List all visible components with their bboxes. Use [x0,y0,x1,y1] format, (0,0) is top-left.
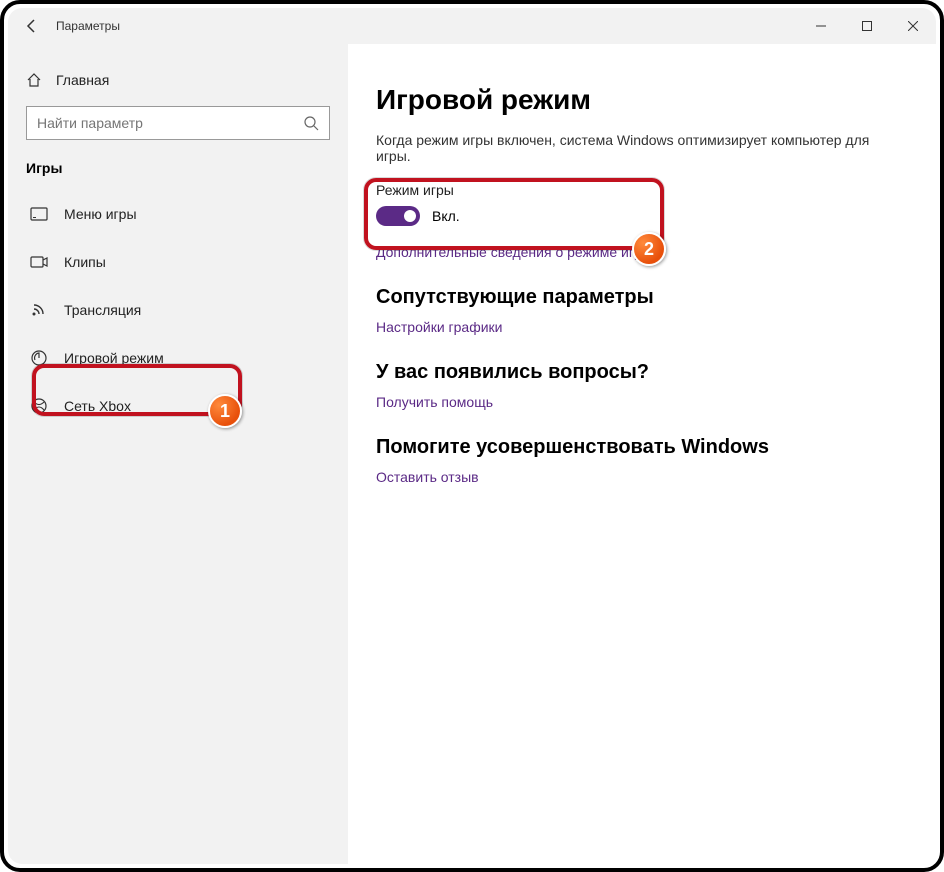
sidebar-category: Игры [8,152,348,190]
sidebar-item-game-bar[interactable]: Меню игры [8,190,348,238]
sidebar-item-game-mode[interactable]: Игровой режим [8,334,348,382]
toggle-knob [404,210,416,222]
back-button[interactable] [8,18,56,34]
sidebar-item-label: Игровой режим [64,350,164,366]
page-title: Игровой режим [376,84,896,116]
sidebar-nav: Меню игры Клипы Трансляция [8,190,348,430]
search-wrap [8,102,348,152]
annotation-badge-2: 2 [632,232,666,266]
xbox-icon [30,397,64,415]
sidebar: Главная Игры Меню игры [8,44,348,864]
get-help-link[interactable]: Получить помощь [376,394,896,410]
broadcast-icon [30,302,64,318]
search-box[interactable] [26,106,330,140]
game-mode-label: Режим игры [376,182,896,198]
titlebar: Параметры [8,8,936,44]
window-title: Параметры [56,19,120,33]
game-mode-icon [30,349,64,367]
game-mode-toggle[interactable] [376,206,420,226]
feedback-heading: Помогите усовершенствовать Windows [376,436,896,459]
feedback-link[interactable]: Оставить отзыв [376,469,896,485]
search-icon [303,115,319,131]
sidebar-item-captures[interactable]: Клипы [8,238,348,286]
game-mode-toggle-row: Вкл. [376,206,896,226]
window-body: Главная Игры Меню игры [8,44,936,864]
captures-icon [30,255,64,269]
sidebar-item-xbox-networking[interactable]: Сеть Xbox [8,382,348,430]
sidebar-home[interactable]: Главная [8,58,348,102]
game-bar-icon [30,207,64,221]
settings-window: Параметры Главная Игры [8,8,936,864]
toggle-state-label: Вкл. [432,208,460,224]
sidebar-item-label: Клипы [64,254,106,270]
sidebar-item-label: Сеть Xbox [64,398,131,414]
sidebar-item-label: Меню игры [64,206,137,222]
sidebar-item-broadcasting[interactable]: Трансляция [8,286,348,334]
help-heading: У вас появились вопросы? [376,361,896,384]
minimize-button[interactable] [798,8,844,44]
maximize-button[interactable] [844,8,890,44]
main-content: Игровой режим Когда режим игры включен, … [348,44,936,864]
sidebar-home-label: Главная [56,72,109,88]
graphics-settings-link[interactable]: Настройки графики [376,319,896,335]
related-heading: Сопутствующие параметры [376,286,896,309]
home-icon [26,72,56,88]
search-input[interactable] [37,115,303,131]
sidebar-item-label: Трансляция [64,302,141,318]
annotation-frame: Параметры Главная Игры [0,0,944,872]
page-description: Когда режим игры включен, система Window… [376,132,896,164]
annotation-badge-1: 1 [208,394,242,428]
close-button[interactable] [890,8,936,44]
window-controls [798,8,936,44]
